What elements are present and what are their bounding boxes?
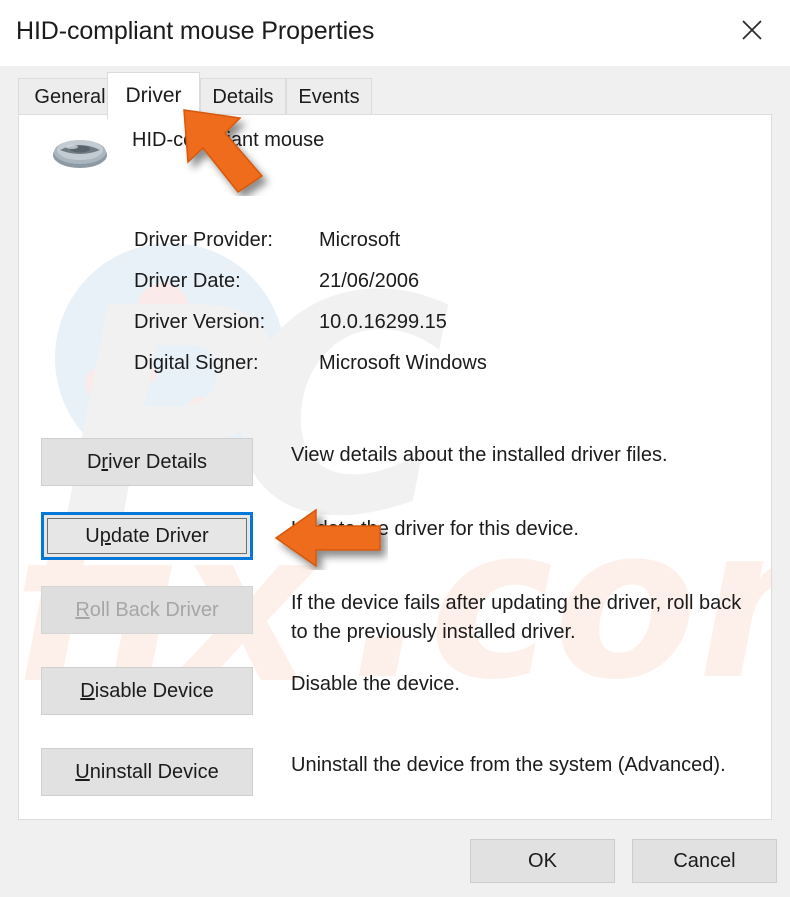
ok-label: OK [528, 849, 557, 872]
disable-device-label: Disable Device [80, 679, 214, 702]
tab-driver[interactable]: Driver [107, 72, 200, 120]
tab-label: General [34, 86, 106, 108]
driver-tab-panel: P C fix .com HID-compliant mouse [18, 114, 772, 820]
driver-version-value: 10.0.16299.15 [319, 311, 447, 333]
action-row-uninstall-device: Uninstall Device Uninstall the device fr… [19, 748, 771, 819]
disable-device-description: Disable the device. [291, 673, 460, 695]
driver-info-row: Driver Version: 10.0.16299.15 [19, 311, 771, 352]
driver-details-button[interactable]: Driver Details [41, 438, 253, 486]
action-row-update-driver: Update Driver Update the driver for this… [19, 512, 771, 593]
digital-signer-value: Microsoft Windows [319, 352, 487, 374]
uninstall-device-label: Uninstall Device [75, 760, 219, 783]
window-title: HID-compliant mouse Properties [16, 17, 375, 45]
roll-back-driver-button[interactable]: Roll Back Driver [41, 586, 253, 634]
digital-signer-label: Digital Signer: [134, 352, 259, 374]
uninstall-device-button[interactable]: Uninstall Device [41, 748, 253, 796]
driver-info-row: Digital Signer: Microsoft Windows [19, 352, 771, 393]
driver-details-label: Driver Details [86, 450, 208, 473]
tab-label: Driver [125, 84, 182, 107]
update-driver-label: Update Driver [85, 524, 209, 547]
close-button[interactable] [720, 0, 784, 60]
driver-details-description: View details about the installed driver … [291, 444, 668, 466]
driver-info-list: Driver Provider: Microsoft Driver Date: … [19, 229, 771, 393]
device-name: HID-compliant mouse [132, 129, 325, 151]
driver-date-value: 21/06/2006 [319, 270, 420, 292]
driver-provider-value: Microsoft [319, 229, 401, 251]
cancel-label: Cancel [673, 849, 736, 872]
uninstall-device-description: Uninstall the device from the system (Ad… [291, 754, 726, 776]
tab-label: Details [212, 86, 274, 108]
action-row-disable-device: Disable Device Disable the device. [19, 667, 771, 748]
tab-events[interactable]: Events [286, 78, 372, 116]
roll-back-driver-description: If the device fails after updating the d… [291, 592, 742, 643]
tab-label: Events [298, 86, 360, 108]
dialog-footer: OK Cancel [0, 820, 790, 897]
tab-strip: General Driver Details Events [0, 66, 790, 120]
roll-back-driver-label: Roll Back Driver [75, 598, 219, 621]
driver-info-row: Driver Date: 21/06/2006 [19, 270, 771, 311]
driver-provider-label: Driver Provider: [134, 229, 273, 251]
cancel-button[interactable]: Cancel [632, 839, 777, 883]
title-bar: HID-compliant mouse Properties [0, 0, 790, 66]
mouse-icon [50, 132, 110, 172]
driver-info-row: Driver Provider: Microsoft [19, 229, 771, 270]
properties-dialog: HID-compliant mouse Properties General D… [0, 0, 790, 897]
close-icon [740, 18, 764, 42]
update-driver-description: Update the driver for this device. [291, 518, 579, 540]
tab-details[interactable]: Details [200, 78, 286, 116]
update-driver-button[interactable]: Update Driver [41, 512, 253, 560]
disable-device-button[interactable]: Disable Device [41, 667, 253, 715]
device-header: HID-compliant mouse [19, 115, 771, 195]
action-row-roll-back-driver: Roll Back Driver If the device fails aft… [19, 586, 771, 667]
action-row-driver-details: Driver Details View details about the in… [19, 438, 771, 519]
driver-date-label: Driver Date: [134, 270, 241, 292]
ok-button[interactable]: OK [470, 839, 615, 883]
driver-version-label: Driver Version: [134, 311, 266, 333]
